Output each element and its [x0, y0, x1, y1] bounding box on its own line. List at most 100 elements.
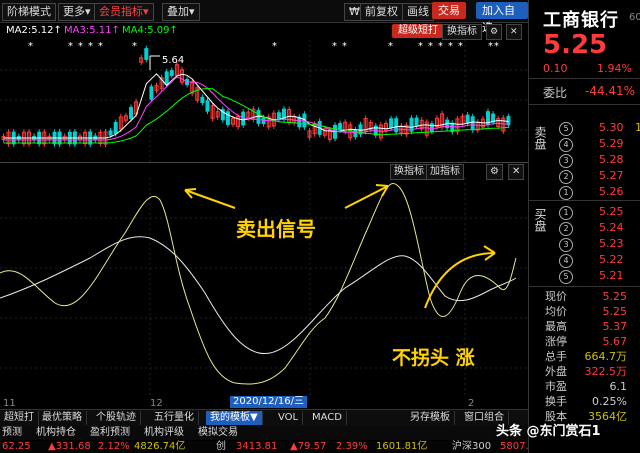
overlay-button[interactable]: 叠加▾: [162, 3, 200, 21]
tab-stock-track[interactable]: 个股轨迹: [92, 411, 141, 425]
order-price: 5.23: [599, 237, 624, 250]
signal-star-icon: *: [272, 41, 277, 52]
quote-panel: 工商银行 60 5.25 0.10 1.94% 委比 -44.41% 5 5.30…: [528, 0, 640, 453]
tab-forecast[interactable]: 预测: [2, 426, 22, 440]
order-price: 5.27: [599, 169, 624, 182]
signal-star-icon: *: [332, 41, 337, 52]
super-short-button[interactable]: 超级短打: [392, 24, 444, 38]
order-book-row[interactable]: 5 5.21: [529, 268, 640, 284]
stat-row: 现价 5.25: [529, 289, 640, 304]
candle: [389, 118, 394, 129]
stat-value: 6.1: [609, 380, 628, 393]
tab-best-strategy[interactable]: 最优策略: [38, 411, 87, 425]
vip-indicator-button[interactable]: 会员指标▾: [94, 3, 154, 21]
ticker-value-2: 3413.81: [236, 441, 278, 452]
stat-label: 涨停: [545, 335, 567, 348]
stat-label: 市盈: [545, 380, 567, 393]
settings-icon[interactable]: ⚙: [486, 24, 503, 40]
ticker-amount-2: 1601.81亿: [376, 441, 428, 452]
ticker-change-2: ▲79.57: [290, 441, 327, 452]
ma4-label: MA4:5.09↑: [122, 25, 178, 36]
ticker-change-1: ▲331.68: [48, 441, 91, 452]
signal-star-icon: *: [458, 41, 463, 52]
stat-row: 市盈 6.1: [529, 379, 640, 394]
signal-star-icon: *: [448, 41, 453, 52]
order-book-row[interactable]: 3 5.28: [529, 152, 640, 168]
stat-row: 外盘 322.5万: [529, 364, 640, 379]
tab-super-short[interactable]: 超短打: [0, 411, 39, 425]
stat-value: 5.25: [602, 290, 628, 303]
ticker-name-2: 创: [216, 441, 226, 452]
ma3-label: MA3:5.11↑: [64, 25, 120, 36]
candle: [113, 122, 118, 134]
stat-row: 均价 5.25: [529, 304, 640, 319]
stat-label: 均价: [545, 305, 567, 318]
tab-simulated-trade[interactable]: 模拟交易: [198, 426, 238, 440]
candle: [429, 123, 434, 132]
x-tick-2: 2: [468, 398, 475, 409]
close-icon[interactable]: ✕: [506, 24, 522, 40]
tab-my-template[interactable]: 我的模板▼: [206, 411, 263, 425]
ticker-pct-1: 2.12%: [98, 441, 130, 452]
indicator-tabs: 超短打 最优策略 个股轨迹 五行量化 我的模板▼ VOL MACD 另存模板 窗…: [0, 409, 528, 426]
signal-star-icon: *: [488, 41, 493, 52]
stat-value: 322.5万: [584, 365, 628, 378]
toolbar: 阶梯模式 更多▾ 会员指标▾ 叠加▾ ₩ 前复权 画线 交易 加入自选: [0, 0, 528, 34]
tab-institution-rating[interactable]: 机构评级: [144, 426, 184, 440]
x-tick-11: 11: [3, 398, 16, 409]
ma4-line: [3, 87, 509, 144]
slow-line: [0, 236, 517, 355]
candle: [129, 107, 133, 119]
signal-star-icon: *: [132, 41, 137, 52]
peak-price-label: 5.64: [162, 55, 184, 66]
switch-indicator-button[interactable]: 换指标: [442, 24, 482, 40]
order-price: 5.29: [599, 137, 624, 150]
stat-label: 换手: [545, 395, 567, 408]
buy-side-label: 买盘: [533, 208, 547, 232]
indicator-header: 换指标 加指标 ⚙ ✕: [0, 162, 528, 180]
order-price: 5.26: [599, 185, 624, 198]
oscillator-chart[interactable]: 卖出信号 不拐头 涨: [0, 178, 528, 398]
candle: [149, 86, 154, 100]
level-badge: 4: [559, 254, 573, 268]
candle: [276, 112, 281, 120]
order-book-row[interactable]: 1 5.26: [529, 184, 640, 200]
stat-value: 664.7万: [584, 350, 628, 363]
tab-institution-holdings[interactable]: 机构持仓: [36, 426, 76, 440]
candle: [205, 100, 210, 112]
divider: [529, 104, 640, 105]
ladder-mode-button[interactable]: 阶梯模式: [2, 3, 56, 21]
order-book-row[interactable]: 4 5.22: [529, 252, 640, 268]
order-book-row[interactable]: 2 5.27: [529, 168, 640, 184]
stat-label: 现价: [545, 290, 567, 303]
order-price: 5.30: [599, 121, 624, 134]
candle: [200, 96, 205, 104]
tab-save-template[interactable]: 另存模板: [406, 411, 455, 425]
stat-row: 换手 0.25%: [529, 394, 640, 409]
level-badge: 1: [559, 206, 573, 220]
tab-five-element[interactable]: 五行量化: [150, 411, 199, 425]
level-badge: 3: [559, 238, 573, 252]
tab-vol[interactable]: VOL: [274, 411, 304, 425]
candlestick-chart[interactable]: * * * * * * * * * * * * * * * * * 5.64: [0, 40, 528, 162]
signal-star-icon: *: [388, 41, 393, 52]
tab-macd[interactable]: MACD: [308, 411, 347, 425]
order-price: 5.21: [599, 269, 624, 282]
stat-row: 总手 664.7万: [529, 349, 640, 364]
forward-adjust-button[interactable]: 前复权: [360, 3, 403, 21]
signal-star-icon: *: [342, 41, 347, 52]
trade-button[interactable]: 交易: [432, 2, 466, 19]
level-badge: 2: [559, 170, 573, 184]
level-badge: 5: [559, 122, 573, 136]
divider: [529, 286, 640, 287]
signal-star-icon: *: [494, 41, 499, 52]
add-watchlist-button[interactable]: 加入自选: [476, 2, 528, 34]
candle: [353, 129, 358, 138]
more-menu-button[interactable]: 更多▾: [58, 3, 96, 21]
tab-profit-forecast[interactable]: 盈利预测: [90, 426, 130, 440]
draw-line-button[interactable]: 画线: [402, 3, 434, 21]
stat-label: 最高: [545, 320, 567, 333]
ma-legend: MA2:5.12↑ MA3:5.11↑ MA4:5.09↑ 超级短打 换指标 ⚙…: [0, 24, 528, 40]
candle: [169, 70, 174, 76]
order-book-row[interactable]: 3 5.23: [529, 236, 640, 252]
